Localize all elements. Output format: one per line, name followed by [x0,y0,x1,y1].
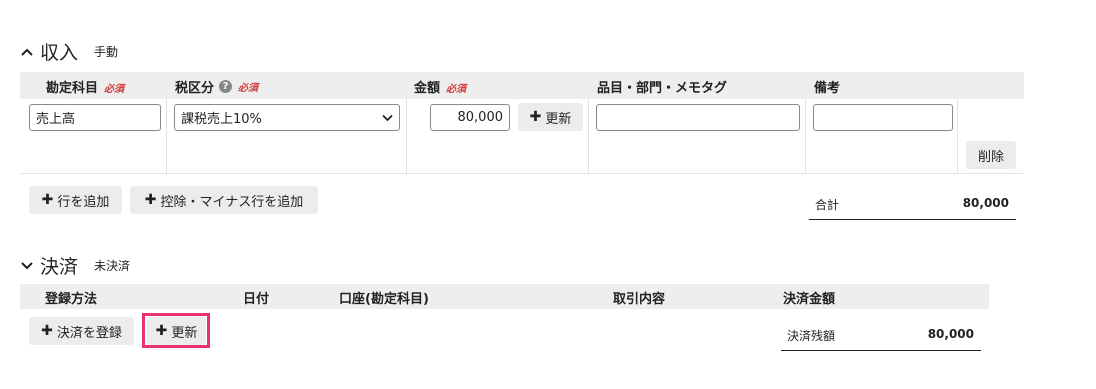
plus-icon: ✚ [529,109,542,125]
required-badge: 必須 [446,84,467,95]
plus-icon: ✚ [41,192,54,208]
settlement-section-toggle[interactable]: 決済 未決済 [20,252,130,279]
header-account: 勘定科目 必須 [46,81,125,96]
header-note: 備考 [814,81,841,96]
column-divider [406,99,407,173]
column-divider [957,99,958,173]
total-value: 80,000 [962,196,1009,210]
header-amount: 金額 必須 [414,81,467,96]
settlement-status: 未決済 [94,259,131,273]
balance-label: 決済残額 [787,329,836,343]
total-underline [809,219,1016,220]
chevron-down-icon [382,114,393,121]
header-date: 日付 [243,292,270,307]
income-table-header [20,72,1024,99]
item-tag-field[interactable] [596,104,800,131]
balance-underline [781,350,981,351]
income-title: 収入 [40,42,79,64]
column-divider [588,99,589,173]
row-divider [20,173,1024,174]
amount-field[interactable]: 80,000 [430,104,510,131]
settlement-title: 決済 [40,256,79,278]
tax-select[interactable]: 課税売上10% [174,104,400,131]
settlement-table-header [20,284,989,309]
add-deduction-row-button[interactable]: ✚ 控除・マイナス行を追加 [130,186,318,214]
header-method: 登録方法 [45,292,98,307]
chevron-up-icon [21,48,33,56]
required-badge: 必須 [104,84,125,95]
header-tax: 税区分 ? 必須 [175,80,259,96]
chevron-down-icon [21,261,33,269]
delete-row-button[interactable]: 削除 [966,141,1016,169]
add-row-button[interactable]: ✚ 行を追加 [29,186,122,214]
header-item: 品目・部門・メモタグ [597,81,728,96]
income-section-toggle[interactable]: 収入 手動 [20,38,118,65]
header-settlement-amount: 決済金額 [783,292,836,307]
account-field[interactable]: 売上高 [29,104,161,131]
balance-value: 80,000 [927,327,974,341]
plus-icon: ✚ [144,192,157,208]
header-account: 口座(勘定科目) [339,292,429,307]
highlight-box [142,313,210,348]
total-label: 合計 [815,198,840,212]
help-icon[interactable]: ? [219,80,233,93]
note-field[interactable] [813,104,953,131]
income-mode: 手動 [94,45,119,59]
column-divider [805,99,806,173]
register-settlement-button[interactable]: ✚ 決済を登録 [29,317,134,345]
required-badge: 必須 [238,83,259,94]
header-description: 取引内容 [613,292,666,307]
amount-update-button[interactable]: ✚ 更新 [518,103,583,131]
plus-icon: ✚ [41,323,53,339]
tax-select-value: 課税売上10% [181,112,262,127]
column-divider [166,99,167,173]
